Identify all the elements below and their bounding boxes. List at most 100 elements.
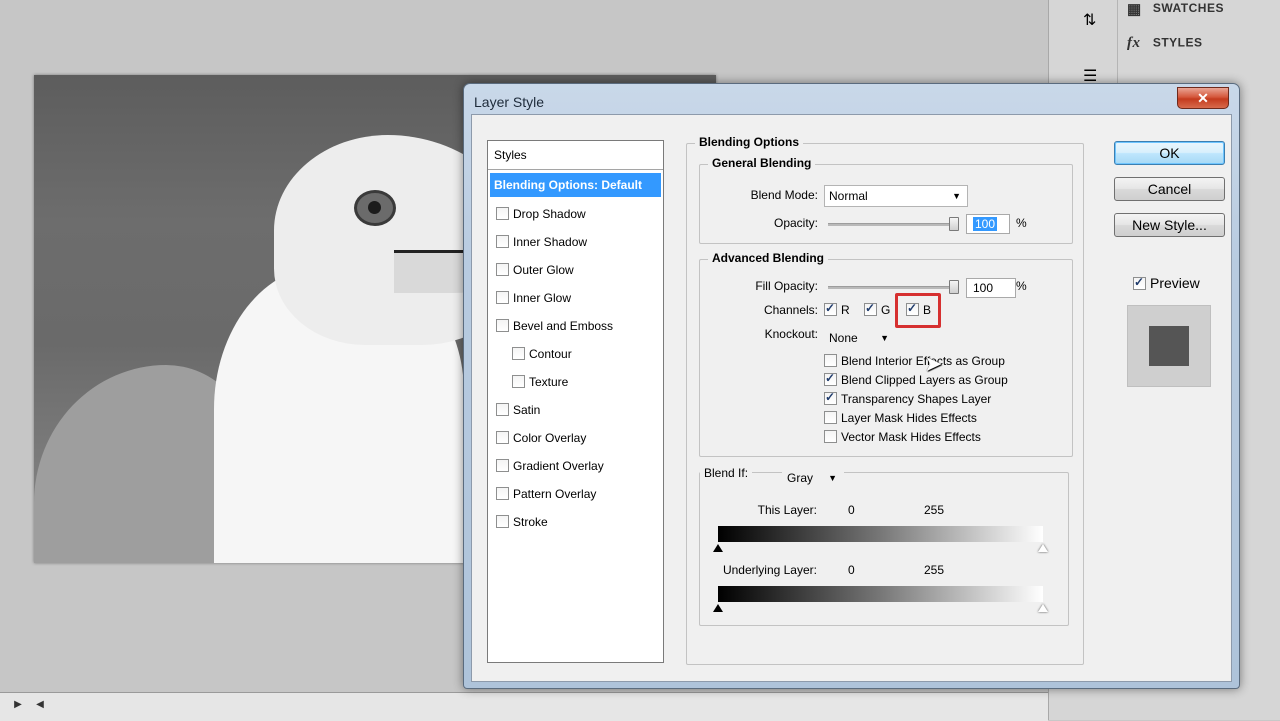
fill-opacity-slider-track[interactable] — [828, 286, 958, 289]
opacity-label: Opacity: — [773, 216, 818, 230]
blend-clipped-layers-option[interactable]: Blend Clipped Layers as Group — [824, 371, 1008, 387]
this-layer-label: This Layer: — [757, 503, 817, 517]
ok-button[interactable]: OK — [1114, 141, 1225, 165]
underlying-black-slider[interactable] — [713, 604, 723, 612]
this-layer-low-value: 0 — [848, 503, 855, 517]
blend-if-label: Blend If: — [700, 466, 753, 480]
dialog-title: Layer Style — [474, 94, 545, 110]
blend-interior-effects-option[interactable]: Blend Interior Effects as Group — [824, 354, 1005, 368]
underlying-high-value: 255 — [924, 563, 945, 577]
opacity-slider-thumb[interactable] — [949, 217, 959, 231]
panel-styles-tab[interactable]: fx STYLES — [1127, 35, 1203, 65]
vector-mask-hides-option[interactable]: Vector Mask Hides Effects — [824, 430, 981, 444]
stroke-checkbox[interactable] — [496, 515, 509, 528]
underlying-white-slider[interactable] — [1038, 604, 1048, 612]
transparency-shapes-option[interactable]: Transparency Shapes Layer — [824, 390, 991, 406]
blending-options-title: Blending Options — [695, 135, 803, 149]
transparency-shapes-checkbox[interactable] — [824, 390, 837, 405]
fill-opacity-input[interactable]: 100 — [966, 278, 1016, 298]
blend-if-select[interactable]: Gray ▼ — [782, 467, 844, 489]
style-item-texture[interactable]: Texture — [488, 368, 663, 396]
gull-eye-shape — [354, 190, 396, 226]
this-layer-white-slider[interactable] — [1038, 544, 1048, 552]
style-item-outer-glow[interactable]: Outer Glow — [488, 256, 663, 284]
chevron-down-icon: ▼ — [880, 333, 889, 343]
outer-glow-checkbox[interactable] — [496, 263, 509, 276]
channel-r-toggle[interactable]: R — [824, 301, 850, 317]
style-item-drop-shadow[interactable]: Drop Shadow — [488, 200, 663, 228]
cancel-button[interactable]: Cancel — [1114, 177, 1225, 201]
color-overlay-checkbox[interactable] — [496, 431, 509, 444]
general-blending-group: General Blending Blend Mode: Normal ▼ Op… — [699, 156, 1073, 244]
opacity-input[interactable]: 100 — [966, 214, 1010, 234]
panel-swatches-tab[interactable]: ▦ SWATCHES — [1127, 0, 1224, 30]
style-item-pattern-overlay[interactable]: Pattern Overlay — [488, 480, 663, 508]
style-item-satin[interactable]: Satin — [488, 396, 663, 424]
style-item-bevel-emboss[interactable]: Bevel and Emboss — [488, 312, 663, 340]
inner-shadow-checkbox[interactable] — [496, 235, 509, 248]
this-layer-gradient-bar — [718, 526, 1043, 542]
scroll-left-arrow-icon[interactable]: ◀ — [32, 697, 48, 713]
layer-mask-hides-option[interactable]: Layer Mask Hides Effects — [824, 411, 977, 425]
opacity-unit: % — [1016, 216, 1027, 230]
underlying-layer-label: Underlying Layer: — [722, 563, 817, 577]
blend-if-group: Blend If: Gray ▼ This Layer: 0 255 Under… — [699, 466, 1069, 626]
horizontal-scrollbar[interactable]: ▶ ◀ — [0, 692, 1048, 721]
blend-interior-effects-checkbox[interactable] — [824, 354, 837, 367]
inner-glow-checkbox[interactable] — [496, 291, 509, 304]
contour-checkbox[interactable] — [512, 347, 525, 360]
preview-checkbox[interactable] — [1133, 275, 1146, 290]
advanced-blending-group: Advanced Blending Fill Opacity: 100 % Ch… — [699, 251, 1073, 457]
styles-list: Styles Blending Options: Default Drop Sh… — [487, 140, 664, 663]
bevel-emboss-checkbox[interactable] — [496, 319, 509, 332]
drop-shadow-checkbox[interactable] — [496, 207, 509, 220]
style-item-contour[interactable]: Contour — [488, 340, 663, 368]
fill-opacity-unit: % — [1016, 279, 1027, 293]
style-item-gradient-overlay[interactable]: Gradient Overlay — [488, 452, 663, 480]
swatches-icon: ▦ — [1127, 1, 1142, 18]
dialog-body: Styles Blending Options: Default Drop Sh… — [471, 114, 1232, 682]
this-layer-high-value: 255 — [924, 503, 945, 517]
styles-header[interactable]: Styles — [488, 141, 663, 170]
channel-r-checkbox[interactable] — [824, 301, 837, 316]
preview-toggle[interactable]: Preview — [1133, 275, 1200, 291]
style-item-blending-options[interactable]: Blending Options: Default — [490, 173, 661, 197]
underlying-low-value: 0 — [848, 563, 855, 577]
blend-mode-label: Blend Mode: — [750, 188, 818, 202]
scroll-right-arrow-icon[interactable]: ▶ — [10, 697, 26, 713]
pattern-overlay-checkbox[interactable] — [496, 487, 509, 500]
close-button[interactable]: ✕ — [1177, 87, 1229, 109]
general-blending-title: General Blending — [708, 156, 816, 170]
blend-mode-select[interactable]: Normal ▼ — [824, 185, 968, 207]
underlying-gradient-bar — [718, 586, 1043, 602]
layer-style-dialog: Layer Style ✕ Styles Blending Options: D… — [463, 83, 1240, 689]
satin-checkbox[interactable] — [496, 403, 509, 416]
chevron-down-icon: ▼ — [952, 191, 961, 201]
channels-label: Channels: — [763, 303, 818, 317]
texture-checkbox[interactable] — [512, 375, 525, 388]
blend-clipped-layers-checkbox[interactable] — [824, 371, 837, 386]
fx-icon: fx — [1127, 35, 1141, 51]
gradient-overlay-checkbox[interactable] — [496, 459, 509, 472]
knockout-label: Knockout: — [764, 327, 818, 341]
style-item-inner-glow[interactable]: Inner Glow — [488, 284, 663, 312]
style-item-inner-shadow[interactable]: Inner Shadow — [488, 228, 663, 256]
fill-opacity-label: Fill Opacity: — [755, 279, 818, 293]
layer-mask-hides-checkbox[interactable] — [824, 411, 837, 424]
this-layer-black-slider[interactable] — [713, 544, 723, 552]
fill-opacity-slider-thumb[interactable] — [949, 280, 959, 294]
history-icon[interactable]: ⇅ — [1083, 10, 1096, 30]
preview-swatch — [1149, 326, 1189, 366]
vector-mask-hides-checkbox[interactable] — [824, 430, 837, 443]
channel-b-highlight — [895, 293, 941, 328]
opacity-slider-track[interactable] — [828, 223, 958, 226]
new-style-button[interactable]: New Style... — [1114, 213, 1225, 237]
channel-g-checkbox[interactable] — [864, 301, 877, 316]
style-item-color-overlay[interactable]: Color Overlay — [488, 424, 663, 452]
style-item-stroke[interactable]: Stroke — [488, 508, 663, 536]
knockout-select[interactable]: None ▼ — [824, 327, 896, 349]
style-preview-thumbnail — [1127, 305, 1211, 387]
mouse-pointer-icon: ➤ — [924, 351, 943, 376]
advanced-blending-title: Advanced Blending — [708, 251, 829, 265]
channel-g-toggle[interactable]: G — [864, 301, 890, 317]
